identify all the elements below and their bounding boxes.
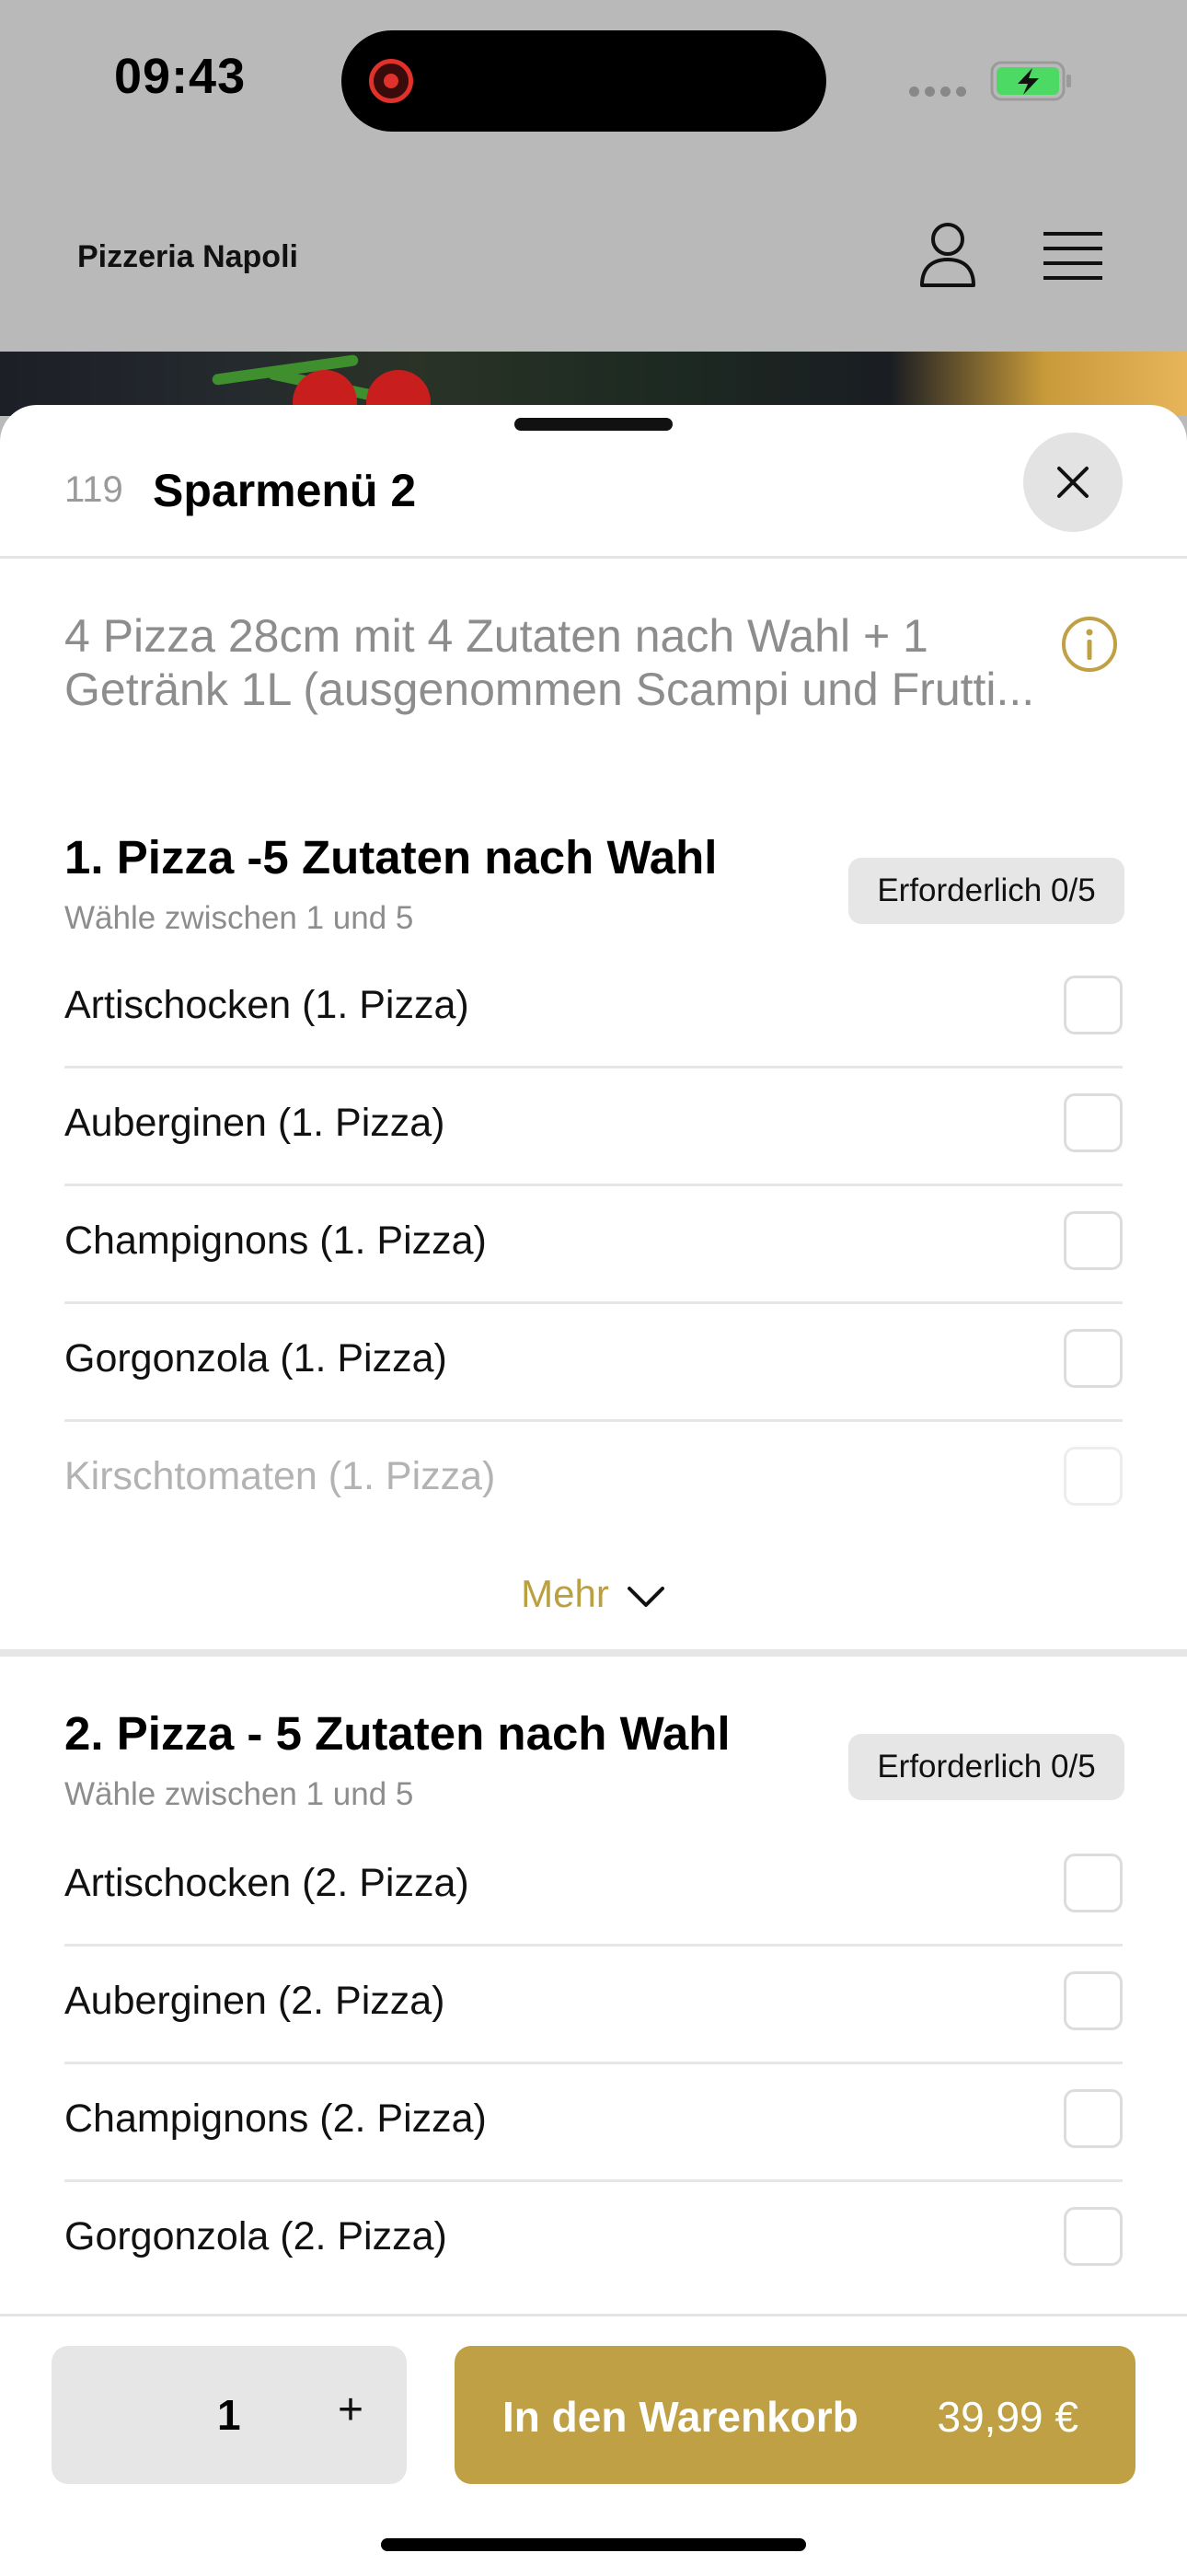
menu-icon[interactable] [1042,230,1104,282]
option-label: Artischocken (2. Pizza) [64,1861,469,1905]
option-checkbox[interactable] [1064,1211,1123,1270]
option-checkbox[interactable] [1064,1329,1123,1388]
group-title: 1. Pizza -5 Zutaten nach Wahl [64,831,718,884]
option-row[interactable]: Gorgonzola (1. Pizza) [64,1301,1123,1422]
screen-recording-icon [369,59,413,103]
close-icon [1057,467,1089,498]
option-checkbox[interactable] [1064,976,1123,1034]
required-badge: Erforderlich 0/5 [848,858,1124,924]
option-label: Gorgonzola (2. Pizza) [64,2214,447,2258]
option-row[interactable]: Gorgonzola (2. Pizza) [64,2179,1123,2297]
signal-icon [909,85,972,101]
group-subtitle: Wähle zwischen 1 und 5 [64,1776,414,1812]
option-checkbox[interactable] [1064,1093,1123,1152]
option-row[interactable]: Auberginen (1. Pizza) [64,1066,1123,1186]
increment-button[interactable]: + [328,2385,374,2435]
status-bar: 09:43 [0,0,1187,166]
info-icon[interactable] [1060,615,1119,674]
option-checkbox[interactable] [1064,1447,1123,1506]
option-row[interactable]: Artischocken (1. Pizza) [64,948,1123,1069]
option-row[interactable]: Champignons (1. Pizza) [64,1184,1123,1304]
group-subtitle: Wähle zwischen 1 und 5 [64,900,414,936]
quantity-stepper[interactable]: 1 + [52,2346,407,2484]
item-description: 4 Pizza 28cm mit 4 Zutaten nach Wahl + 1… [64,610,1035,715]
option-label: Kirschtomaten (1. Pizza) [64,1454,496,1498]
item-detail-sheet: 119 Sparmenü 2 4 Pizza 28cm mit 4 Zutate… [0,405,1187,2573]
dynamic-island [341,30,826,132]
option-checkbox[interactable] [1064,1854,1123,1912]
sheet-header: 119 Sparmenü 2 [0,433,1187,559]
option-label: Gorgonzola (1. Pizza) [64,1336,447,1380]
option-row[interactable]: Champignons (2. Pizza) [64,2062,1123,2182]
option-label: Auberginen (1. Pizza) [64,1101,445,1145]
item-number: 119 [64,469,123,510]
option-checkbox[interactable] [1064,2207,1123,2266]
home-indicator[interactable] [381,2538,806,2551]
item-title: Sparmenü 2 [153,465,417,516]
option-checkbox[interactable] [1064,2089,1123,2148]
app-header: Pizzeria Napoli [0,166,1187,352]
option-row[interactable]: Auberginen (2. Pizza) [64,1944,1123,2064]
show-more-button[interactable]: Mehr [0,1572,1187,1616]
battery-charging-icon [990,61,1071,101]
add-to-cart-button[interactable]: In den Warenkorb 39,99 € [455,2346,1135,2484]
chevron-down-icon [627,1586,664,1607]
total-price: 39,99 € [937,2393,1078,2441]
close-button[interactable] [1023,433,1123,532]
option-label: Auberginen (2. Pizza) [64,1979,445,2023]
quantity-value: 1 [217,2391,241,2439]
sheet-grabber[interactable] [514,418,673,431]
group-divider [0,1649,1187,1657]
add-to-cart-label: In den Warenkorb [502,2393,859,2441]
option-label: Champignons (1. Pizza) [64,1219,487,1263]
option-label: Artischocken (1. Pizza) [64,983,469,1027]
group-title: 2. Pizza - 5 Zutaten nach Wahl [64,1707,731,1760]
option-label: Champignons (2. Pizza) [64,2097,487,2141]
show-more-label: Mehr [521,1572,609,1615]
status-time: 09:43 [114,49,247,104]
option-row[interactable]: Artischocken (2. Pizza) [64,1826,1123,1946]
brand-name[interactable]: Pizzeria Napoli [77,239,298,275]
user-icon[interactable] [918,221,977,289]
option-row[interactable]: Kirschtomaten (1. Pizza) [64,1419,1123,1537]
option-checkbox[interactable] [1064,1971,1123,2030]
required-badge: Erforderlich 0/5 [848,1734,1124,1800]
order-footer: 1 + In den Warenkorb 39,99 € [0,2314,1187,2576]
